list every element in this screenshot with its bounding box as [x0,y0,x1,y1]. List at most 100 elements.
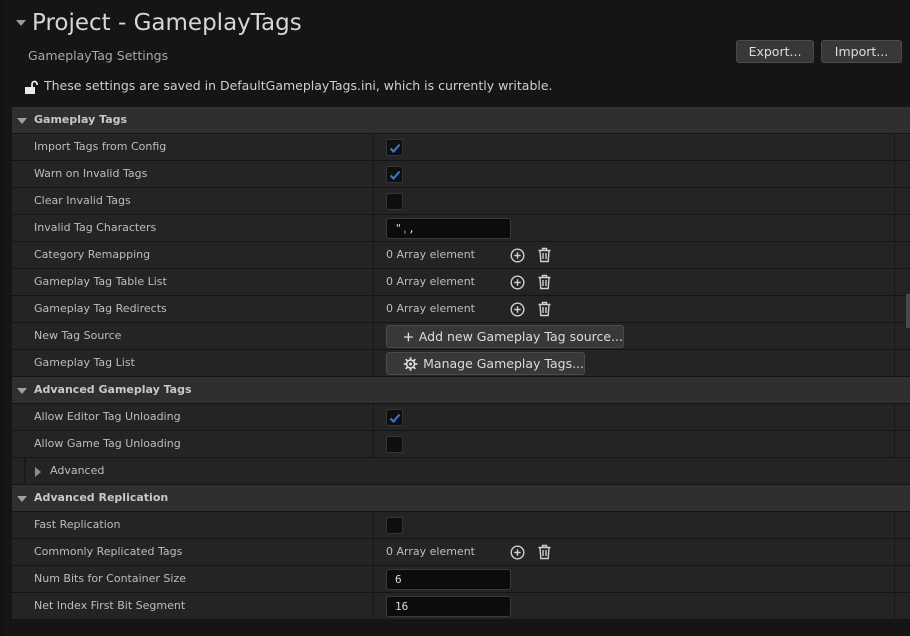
page-title: Project - GameplayTags [32,10,302,36]
column-divider [373,161,374,188]
column-divider [373,323,374,350]
import-button[interactable]: Import... [821,40,902,63]
column-divider [373,512,374,539]
settings-list: Gameplay Tags Import Tags from Config Wa… [12,107,910,620]
category-gameplay-tags[interactable]: Gameplay Tags [12,107,910,134]
save-note: These settings are saved in DefaultGamep… [44,78,553,93]
category-label: Advanced Gameplay Tags [34,383,192,396]
num-bits-input[interactable]: 6 [386,569,511,590]
property-label: Allow Editor Tag Unloading [34,410,181,423]
import-tags-checkbox[interactable] [386,139,403,156]
checkmark-icon [389,143,401,153]
row-num-bits: Num Bits for Container Size 6 [12,566,910,593]
array-count: 0 Array element [386,248,475,261]
row-redirects: Gameplay Tag Redirects 0 Array element [12,296,910,323]
column-divider [373,215,374,242]
property-label: Gameplay Tag List [34,356,135,369]
subcategory-label: Advanced [50,464,105,477]
column-divider [894,431,895,458]
button-label: Add new Gameplay Tag source... [418,329,623,344]
unlocked-icon [25,80,38,94]
column-divider [373,539,374,566]
add-element-icon[interactable] [510,545,525,560]
gear-icon [403,356,418,371]
collapsed-arrow-icon [35,467,41,477]
row-category-remapping: Category Remapping 0 Array element [12,242,910,269]
clear-invalid-checkbox[interactable] [386,193,403,210]
column-divider [894,566,895,593]
row-editor-tag-unloading: Allow Editor Tag Unloading [12,404,910,431]
column-divider [373,242,374,269]
column-divider [373,431,374,458]
checkmark-icon [389,413,401,423]
property-label: Commonly Replicated Tags [34,545,183,558]
indent-bar [24,458,26,485]
trash-icon[interactable] [537,247,552,263]
scrollbar-thumb[interactable] [906,294,910,328]
row-game-tag-unloading: Allow Game Tag Unloading [12,431,910,458]
row-new-tag-source: New Tag Source Add new Gameplay Tag sour… [12,323,910,350]
category-advanced-replication[interactable]: Advanced Replication [12,485,910,512]
property-label: Net Index First Bit Segment [34,599,186,612]
row-fast-replication: Fast Replication [12,512,910,539]
array-count: 0 Array element [386,302,475,315]
array-count: 0 Array element [386,545,475,558]
button-label: Manage Gameplay Tags... [423,356,584,371]
property-label: Warn on Invalid Tags [34,167,148,180]
column-divider [373,404,374,431]
column-divider [373,566,374,593]
export-button[interactable]: Export... [736,40,814,63]
category-label: Gameplay Tags [34,113,128,126]
column-divider [894,215,895,242]
row-import-tags: Import Tags from Config [12,134,910,161]
column-divider [373,593,374,620]
editor-unload-checkbox[interactable] [386,409,403,426]
trash-icon[interactable] [537,301,552,317]
add-tag-source-button[interactable]: Add new Gameplay Tag source... [386,325,624,348]
page-subtitle: GameplayTag Settings [28,48,169,63]
column-divider [894,296,895,323]
row-invalid-chars: Invalid Tag Characters "ˌ, [12,215,910,242]
panel-edge [0,0,4,636]
settings-panel: Project - GameplayTags GameplayTag Setti… [0,0,910,636]
add-element-icon[interactable] [510,302,525,317]
column-divider [894,161,895,188]
row-table-list: Gameplay Tag Table List 0 Array element [12,269,910,296]
property-label: Gameplay Tag Redirects [34,302,167,315]
column-divider [894,242,895,269]
checkmark-icon [389,170,401,180]
trash-icon[interactable] [537,274,552,290]
game-unload-checkbox[interactable] [386,436,403,453]
column-divider [894,188,895,215]
manage-tags-button[interactable]: Manage Gameplay Tags... [386,352,585,375]
subcategory-advanced[interactable]: Advanced [12,458,910,485]
row-net-index: Net Index First Bit Segment 16 [12,593,910,620]
property-label: Clear Invalid Tags [34,194,131,207]
row-tag-list: Gameplay Tag List Manage Gameplay Tags..… [12,350,910,377]
property-label: Gameplay Tag Table List [34,275,167,288]
collapse-header-icon[interactable] [16,20,26,26]
column-divider [894,134,895,161]
expanded-arrow-icon [17,496,27,502]
column-divider [373,296,374,323]
fast-replication-checkbox[interactable] [386,517,403,534]
add-element-icon[interactable] [510,275,525,290]
net-index-input[interactable]: 16 [386,596,511,617]
invalid-chars-input[interactable]: "ˌ, [386,218,511,239]
category-advanced-gameplay-tags[interactable]: Advanced Gameplay Tags [12,377,910,404]
property-label: Fast Replication [34,518,121,531]
trash-icon[interactable] [537,544,552,560]
column-divider [894,269,895,296]
column-divider [373,134,374,161]
expanded-arrow-icon [17,388,27,394]
property-label: Category Remapping [34,248,151,261]
column-divider [894,539,895,566]
column-divider [373,269,374,296]
property-label: Import Tags from Config [34,140,167,153]
row-commonly-replicated-tags: Commonly Replicated Tags 0 Array element [12,539,910,566]
row-warn-invalid: Warn on Invalid Tags [12,161,910,188]
add-element-icon[interactable] [510,248,525,263]
warn-invalid-checkbox[interactable] [386,166,403,183]
array-count: 0 Array element [386,275,475,288]
category-label: Advanced Replication [34,491,169,504]
